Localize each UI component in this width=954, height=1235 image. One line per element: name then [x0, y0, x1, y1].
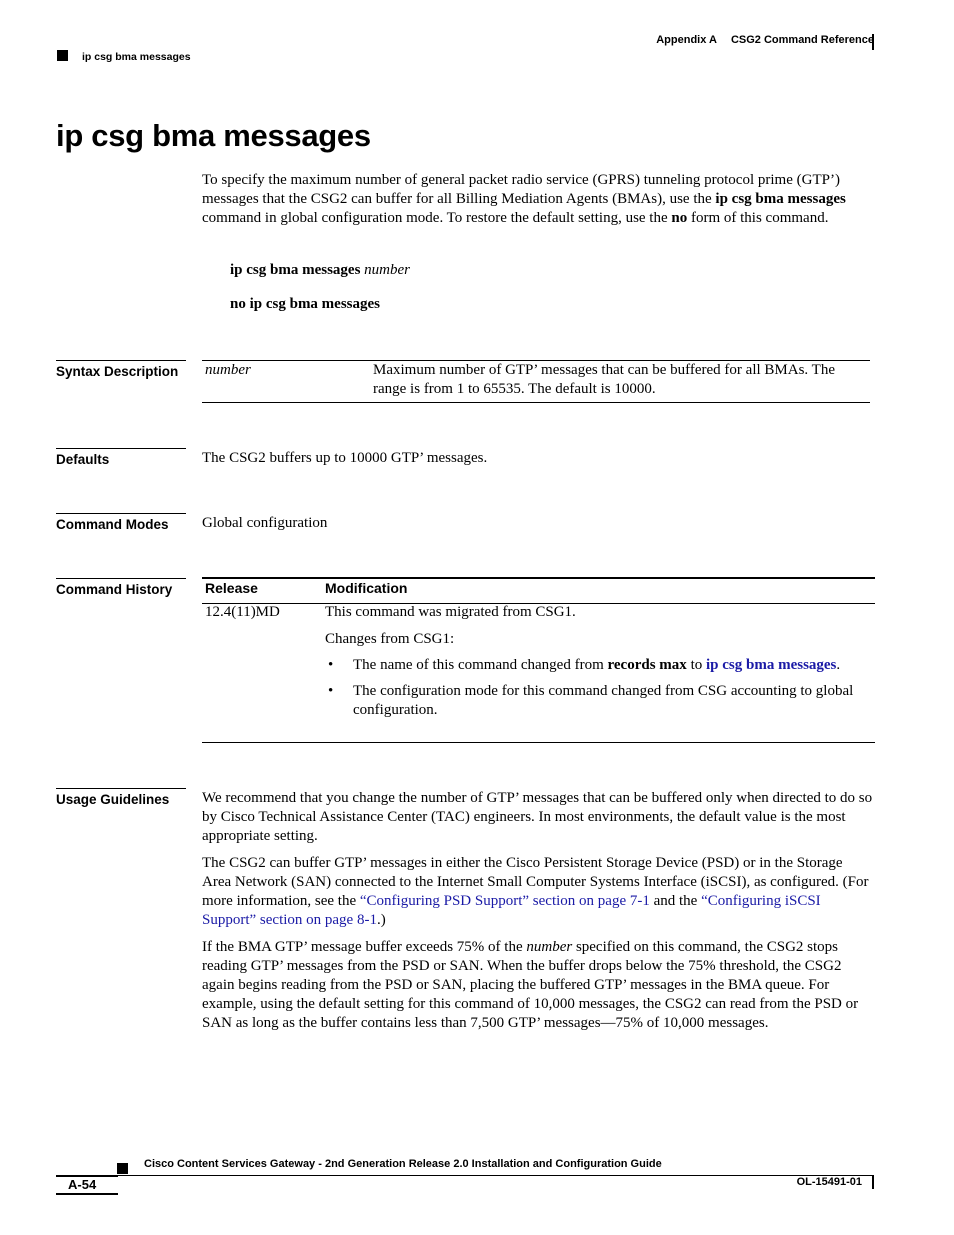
usage-text: If the BMA GTP’ message buffer exceeds 7… [202, 939, 527, 955]
list-item: The configuration mode for this command … [325, 682, 870, 720]
history-col-modification: Modification [325, 580, 408, 596]
footer-square-marker [117, 1163, 128, 1174]
intro-command: ip csg bma messages [715, 191, 846, 207]
page-title: ip csg bma messages [56, 118, 371, 153]
intro-paragraph: To specify the maximum number of general… [202, 171, 874, 228]
history-top-rule [202, 577, 875, 579]
section-syntax-description: Syntax Description [56, 360, 186, 379]
syntax-command: ip csg bma messages [230, 262, 361, 278]
usage-argument: number [526, 939, 573, 955]
defaults-text: The CSG2 buffers up to 10000 GTP’ messag… [202, 450, 488, 466]
history-changes-list: The name of this command changed from re… [325, 656, 870, 720]
section-defaults: Defaults [56, 448, 186, 467]
bullet-text: to [686, 657, 706, 673]
old-command-name: records max [607, 657, 687, 673]
usage-paragraph: We recommend that you change the number … [202, 790, 873, 844]
list-item: The name of this command changed from re… [325, 656, 870, 675]
section-command-modes: Command Modes [56, 513, 186, 532]
table-bottom-rule [202, 402, 870, 403]
section-usage-guidelines: Usage Guidelines [56, 788, 186, 807]
syntax-no-command: no ip csg bma messages [230, 296, 381, 312]
syntax-no-line: no ip csg bma messages [230, 295, 380, 314]
syntax-param-description: Maximum number of GTP’ messages that can… [373, 362, 835, 397]
footer-rule [118, 1175, 873, 1176]
history-release: 12.4(11)MD [205, 604, 280, 620]
history-col-release: Release [205, 580, 258, 596]
link-ip-csg-bma-messages[interactable]: ip csg bma messages [706, 657, 836, 673]
header-square-marker [57, 50, 68, 61]
link-configuring-psd-support[interactable]: “Configuring PSD Support” section on pag… [360, 893, 650, 909]
syntax-argument: number [364, 262, 410, 278]
bullet-text: . [836, 657, 841, 673]
footer-page-number: A-54 [68, 1177, 97, 1192]
header-chapter-title: CSG2 Command Reference [730, 34, 874, 46]
running-head: ip csg bma messages [82, 51, 191, 63]
syntax-line: ip csg bma messages number [230, 261, 410, 280]
intro-text: form of this command. [687, 210, 829, 226]
footer-guide-title: Cisco Content Services Gateway - 2nd Gen… [144, 1158, 662, 1170]
history-line: This command was migrated from CSG1. [325, 604, 576, 620]
history-line: Changes from CSG1: [325, 631, 455, 647]
intro-no-keyword: no [671, 210, 688, 226]
intro-text: command in global configuration mode. To… [202, 210, 672, 226]
usage-text: .) [376, 912, 386, 928]
usage-paragraph: If the BMA GTP’ message buffer exceeds 7… [202, 938, 874, 1033]
section-command-history: Command History [56, 578, 186, 597]
header-appendix: Appendix A [656, 34, 717, 46]
usage-text: and the [649, 893, 702, 909]
bullet-text: The name of this command changed from [353, 657, 608, 673]
header-bar [872, 34, 874, 50]
usage-paragraph: The CSG2 can buffer GTP’ messages in eit… [202, 854, 874, 930]
footer-bar [872, 1175, 874, 1189]
syntax-param: number [205, 362, 251, 378]
usage-guidelines-body: We recommend that you change the number … [202, 789, 874, 1041]
header-chapter: Appendix A CSG2 Command Reference [656, 34, 874, 46]
history-modification: This command was migrated from CSG1. Cha… [325, 603, 870, 727]
footer-doc-number: OL-15491-01 [796, 1176, 862, 1188]
command-modes-text: Global configuration [202, 515, 328, 531]
history-bottom-rule [202, 742, 875, 743]
